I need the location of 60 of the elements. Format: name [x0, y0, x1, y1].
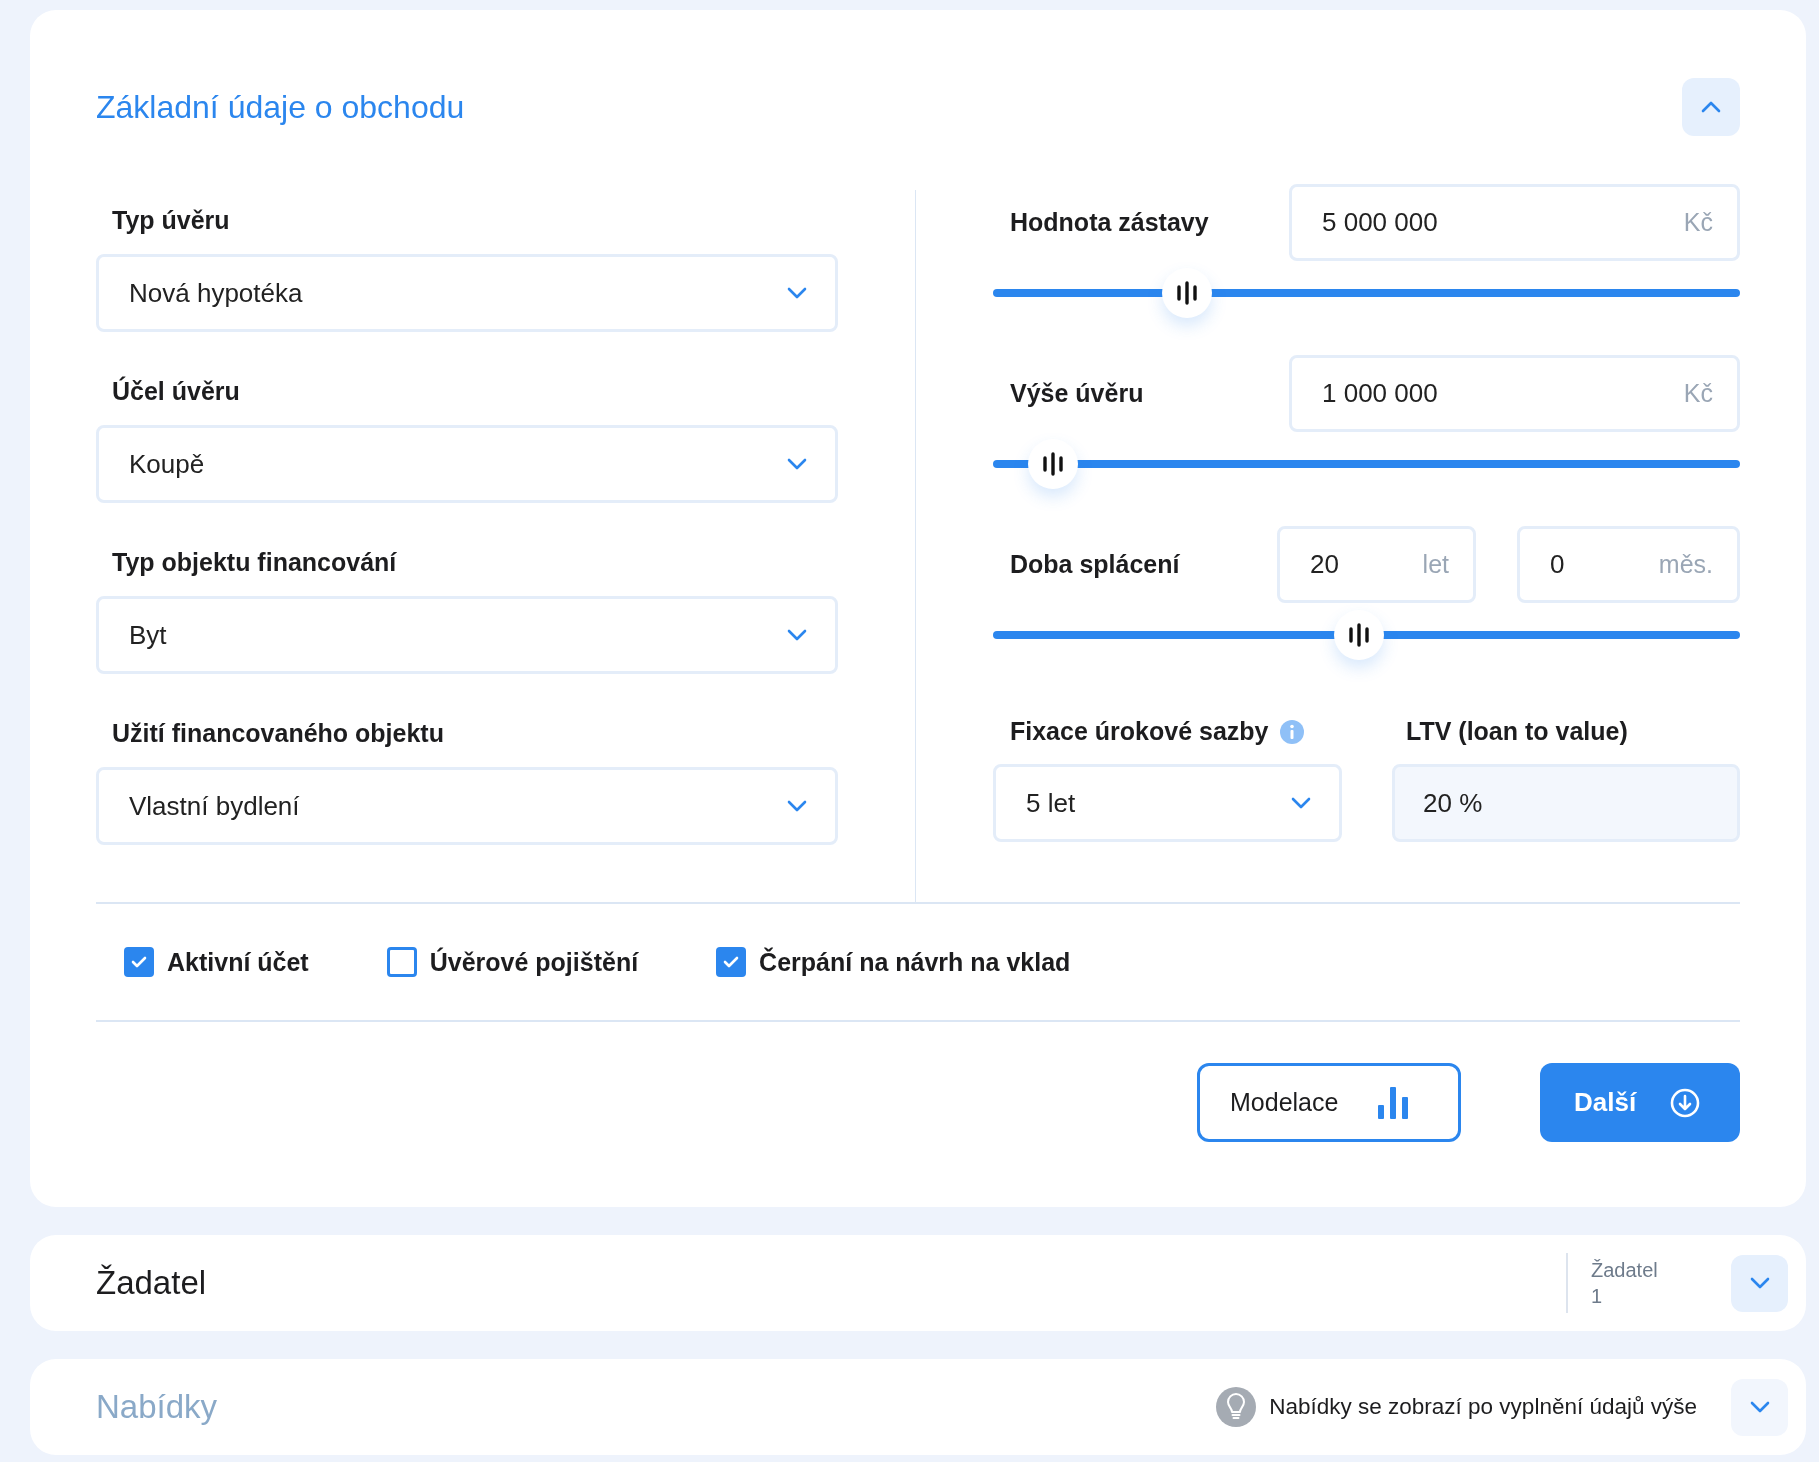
unit-label: let [1422, 550, 1449, 579]
number-field[interactable]: 1 000 000 Kč [1289, 355, 1740, 432]
section-title: Základní údaje o obchodu [96, 88, 465, 126]
number-field[interactable]: 0 měs. [1517, 526, 1740, 603]
checkbox-label: Čerpání na návrh na vklad [759, 947, 1071, 977]
number-field[interactable]: 5 000 000 Kč [1289, 184, 1740, 261]
slider-thumb[interactable] [1334, 610, 1384, 660]
number-field[interactable]: 20 let [1277, 526, 1476, 603]
field-label: Hodnota zástavy [1009, 208, 1210, 237]
check-icon [131, 956, 147, 968]
chevron-down-icon [1749, 1277, 1770, 1289]
chevron-up-icon [1701, 101, 1721, 113]
chevron-down-icon [787, 800, 807, 812]
grip-icon [1176, 281, 1199, 305]
slider-thumb[interactable] [1162, 268, 1213, 318]
arrow-down-circle-icon [1670, 1087, 1701, 1118]
chevron-down-icon [787, 458, 807, 470]
slider[interactable] [993, 439, 1740, 489]
slider[interactable] [993, 610, 1740, 660]
ltv-field: 20 % [1392, 764, 1740, 842]
currency-unit: Kč [1683, 208, 1713, 237]
next-button[interactable]: Další [1540, 1063, 1740, 1142]
slider-thumb[interactable] [1027, 439, 1078, 489]
modeling-button[interactable]: Modelace [1197, 1063, 1461, 1142]
field-label: Užití financovaného objektu [111, 719, 445, 748]
dropdown[interactable]: Koupě [96, 425, 838, 503]
dropdown[interactable]: Nová hypotéka [96, 254, 838, 332]
field-label: Výše úvěru [1009, 379, 1145, 408]
field-label: LTV (loan to value) [1406, 717, 1628, 746]
checkbox-label: Úvěrové pojištění [429, 947, 639, 977]
chevron-down-icon [1291, 797, 1311, 809]
currency-unit: Kč [1683, 379, 1713, 408]
field-label: Účel úvěru [111, 377, 241, 406]
unit-label: měs. [1658, 550, 1713, 579]
checkbox[interactable] [124, 947, 154, 977]
checkbox[interactable] [386, 947, 417, 977]
grip-icon [1041, 452, 1064, 476]
slider[interactable] [993, 268, 1740, 318]
dropdown[interactable]: Vlastní bydlení [96, 767, 838, 845]
meta-value: 1 [1591, 1284, 1604, 1309]
dropdown[interactable]: Byt [96, 596, 838, 674]
dropdown[interactable]: 5 let [993, 764, 1342, 842]
info-icon[interactable] [1280, 719, 1305, 744]
field-label: Typ objektu financování [111, 548, 398, 577]
chevron-down-icon [787, 287, 807, 299]
section-title: Žadatel [96, 1264, 208, 1302]
meta-label: Žadatel [1591, 1258, 1659, 1283]
field-label: Fixace úrokové sazby [1010, 717, 1269, 746]
hint-text: Nabídky se zobrazí po vyplnění údajů výše [1269, 1394, 1697, 1420]
field-label: Doba splácení [1009, 550, 1181, 579]
section-title: Nabídky [96, 1388, 219, 1426]
chevron-down-icon [787, 629, 807, 641]
field-label: Typ úvěru [111, 206, 231, 235]
check-icon [723, 956, 740, 968]
chevron-down-icon [1749, 1401, 1770, 1413]
checkbox[interactable] [716, 947, 747, 977]
bar-chart-icon [1378, 1086, 1409, 1119]
grip-icon [1348, 623, 1370, 647]
checkbox-label: Aktivní účet [167, 947, 309, 977]
lightbulb-icon [1216, 1387, 1257, 1427]
